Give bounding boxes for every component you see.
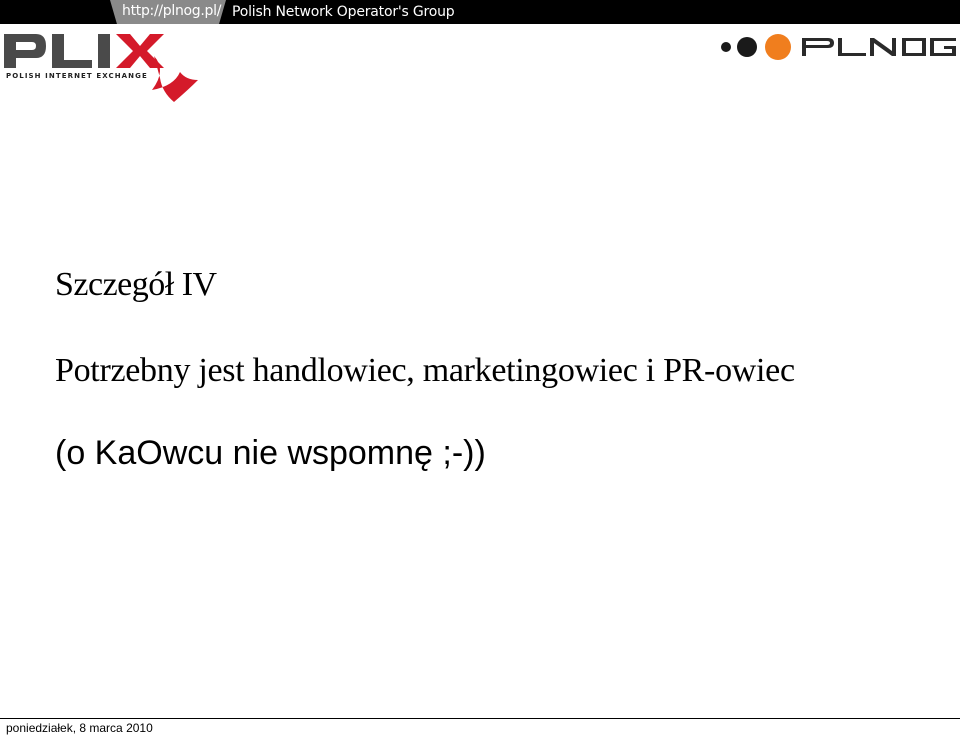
header-url: http://plnog.pl/ — [122, 3, 222, 19]
header-group-name: Polish Network Operator's Group — [232, 4, 455, 20]
footer-date: poniedziałek, 8 marca 2010 — [6, 721, 153, 735]
plix-subtitle: POLISH INTERNET EXCHANGE — [6, 72, 148, 80]
footer-divider — [0, 718, 960, 719]
slide-body-line-2: (o KaOwcu nie wspomnę ;-)) — [55, 434, 486, 472]
plix-logo — [4, 34, 198, 102]
top-bar: http://plnog.pl/ Polish Network Operator… — [0, 0, 960, 24]
slide-body-line-1: Potrzebny jest handlowiec, marketingowie… — [55, 352, 795, 389]
plnog-logo — [721, 34, 956, 60]
slide-title: Szczegół IV — [55, 266, 217, 303]
